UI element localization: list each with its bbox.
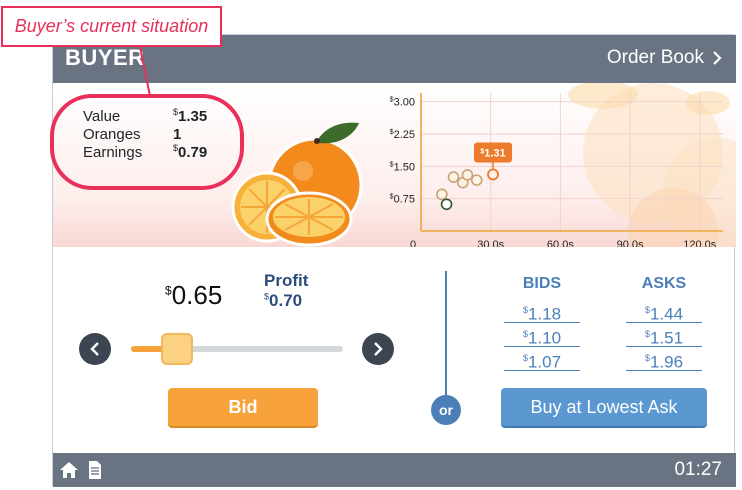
stat-earnings-amount: $0.79 [173, 143, 207, 161]
stat-earnings-row: Earnings $0.79 [83, 143, 207, 161]
chevron-right-icon [374, 342, 383, 356]
chart-data-point [447, 171, 460, 183]
or-badge: or [431, 395, 461, 425]
buy-at-lowest-ask-button[interactable]: Buy at Lowest Ask [501, 388, 707, 426]
chart-data-point [436, 188, 448, 201]
bid-button[interactable]: Bid [168, 388, 318, 426]
round-timer: 01:27 [674, 459, 722, 480]
price-slider-handle[interactable] [161, 333, 193, 365]
stat-earnings-label: Earnings [83, 143, 143, 161]
stat-value-amount: $1.35 [173, 107, 207, 125]
or-divider-line [445, 271, 447, 397]
bid-price-value: 0.65 [171, 280, 223, 310]
orange-fruit-illustration [231, 122, 363, 247]
bid-entry[interactable]: $1.18 [504, 299, 580, 324]
profit-label: Profit [264, 271, 309, 290]
increase-price-button[interactable] [362, 333, 394, 365]
chart-x-tick-label: 60.0s [547, 239, 574, 247]
ask-entry-value: 1.44 [649, 304, 684, 324]
ask-entry-value: 1.51 [649, 328, 684, 348]
chart-x-tick-label: 120.0s [683, 239, 717, 247]
ask-entry[interactable]: $1.51 [626, 323, 702, 348]
stat-oranges-row: Oranges 1 [83, 125, 207, 143]
chevron-left-icon [90, 342, 99, 356]
stat-oranges-label: Oranges [83, 125, 141, 143]
chart-x-tick-label: 90.0s [617, 239, 644, 247]
stat-oranges-value: 1 [173, 125, 182, 143]
chart-data-point [461, 169, 474, 181]
stat-earnings-number: 0.79 [178, 144, 208, 161]
ask-entry-value: 1.96 [649, 352, 684, 372]
document-icon[interactable] [87, 460, 103, 480]
stat-value-row: Value $1.35 [83, 107, 207, 125]
decrease-price-button[interactable] [79, 333, 111, 365]
bid-entry[interactable]: $1.10 [504, 323, 580, 348]
bids-header: BIDS [522, 275, 562, 292]
chart-x-tick-label: 30.0s [477, 239, 504, 247]
situation-panel: Value $1.35 Oranges 1 Earnings $0.79 $3.… [53, 83, 736, 247]
chart-y-tick-label: $3.00 [390, 97, 415, 109]
stat-value-label: Value [83, 107, 121, 125]
role-title: BUYER [65, 45, 145, 70]
app-frame: BUYER Order Book Value $1.35 Oranges 1 E… [52, 34, 736, 487]
bid-entry-value: 1.18 [527, 304, 562, 324]
asks-header: ASKS [641, 275, 687, 292]
bid-entry-value: 1.10 [527, 328, 562, 348]
chart-data-point [470, 174, 483, 186]
chart-y-tick-label: $0.75 [390, 194, 415, 206]
bid-entry-value: 1.07 [527, 352, 562, 372]
currency-symbol: $ [165, 283, 172, 298]
stat-value-number: 1.35 [178, 108, 208, 125]
profit-value: $0.70 [264, 291, 302, 311]
chevron-right-icon [713, 51, 722, 65]
chart-data-point [440, 198, 453, 211]
order-book-label: Order Book [606, 47, 704, 68]
chart-y-tick-label: $1.50 [390, 161, 415, 173]
order-book-link[interactable]: Order Book [607, 47, 722, 69]
home-icon[interactable] [59, 460, 79, 480]
bid-entry[interactable]: $1.07 [504, 347, 580, 372]
annotation-callout: Buyer’s current situation [1, 6, 222, 47]
annotation-label: Buyer’s current situation [14, 16, 209, 36]
chart-callout-label: $1.31 [480, 148, 505, 160]
buyer-stats: Value $1.35 Oranges 1 Earnings $0.79 [83, 107, 207, 161]
price-history-chart: $3.00 $2.25 $1.50 $0.75 0 30.0s 60.0s 90.0s 120.… [390, 93, 723, 247]
chart-y-tick-label: $2.25 [390, 129, 415, 141]
footer-bar: 01:27 [53, 453, 736, 487]
ask-entry[interactable]: $1.44 [626, 299, 702, 324]
chart-callout-point [487, 168, 499, 181]
profit-value-number: 0.70 [269, 291, 303, 310]
ask-entry[interactable]: $1.96 [626, 347, 702, 372]
bid-price: $0.65 [165, 280, 222, 311]
chart-x-tick-label: 0 [410, 239, 416, 247]
